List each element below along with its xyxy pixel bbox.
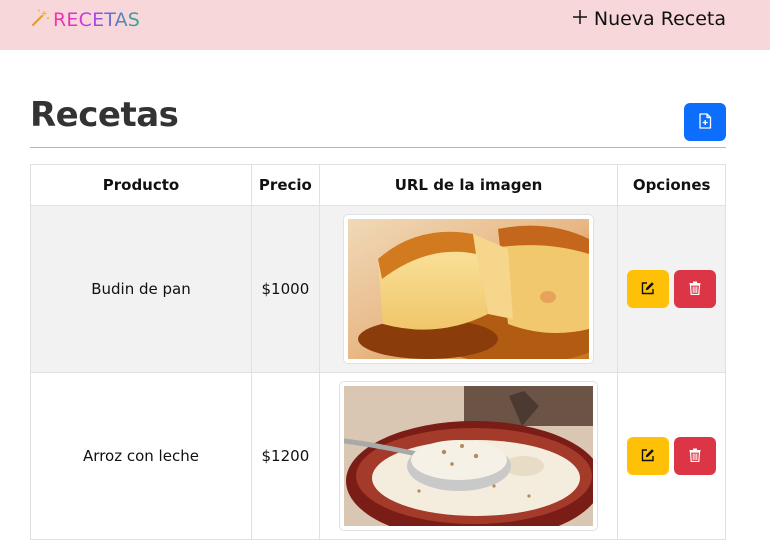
table-header-row: Producto Precio URL de la imagen Opcione…: [30, 164, 726, 206]
cell-product: Budin de pan: [30, 205, 252, 373]
cell-image: [318, 205, 619, 373]
brand-text: RECETAS: [53, 9, 141, 31]
recipes-table: Producto Precio URL de la imagen Opcione…: [30, 164, 726, 541]
table-row: Arroz con leche $1200: [30, 372, 726, 541]
cell-product: Arroz con leche: [30, 372, 252, 540]
header-image-url: URL de la imagen: [318, 164, 619, 206]
cell-price: $1000: [250, 205, 320, 373]
table-row: Budin de pan $1000: [30, 205, 726, 373]
title-divider: [30, 147, 726, 148]
new-recipe-label: Nueva Receta: [593, 8, 726, 30]
header-product: Producto: [30, 164, 252, 206]
top-navbar: RECETAS Nueva Receta: [0, 0, 770, 50]
delete-button[interactable]: [674, 437, 717, 475]
flan-photo: [343, 214, 608, 364]
edit-icon: [641, 448, 655, 465]
plus-icon: [572, 8, 588, 30]
export-pdf-button[interactable]: [684, 103, 726, 141]
cell-image: [318, 372, 619, 541]
cell-price: $1200: [250, 372, 320, 540]
edit-button[interactable]: [627, 437, 670, 475]
edit-icon: [641, 281, 655, 298]
page-title: Recetas: [30, 95, 179, 135]
edit-button[interactable]: [627, 270, 670, 308]
header-options: Opciones: [617, 164, 726, 206]
header-price: Precio: [250, 164, 320, 206]
cell-options: [617, 205, 726, 373]
rice-pudding-photo: [339, 381, 602, 541]
trash-icon: [689, 448, 701, 465]
new-recipe-link[interactable]: Nueva Receta: [572, 7, 726, 31]
brand-link[interactable]: RECETAS: [30, 8, 140, 32]
cell-options: [617, 372, 726, 540]
file-plus-icon: [698, 112, 712, 132]
trash-icon: [689, 281, 701, 298]
delete-button[interactable]: [674, 270, 717, 308]
magic-wand-icon: [30, 8, 50, 33]
